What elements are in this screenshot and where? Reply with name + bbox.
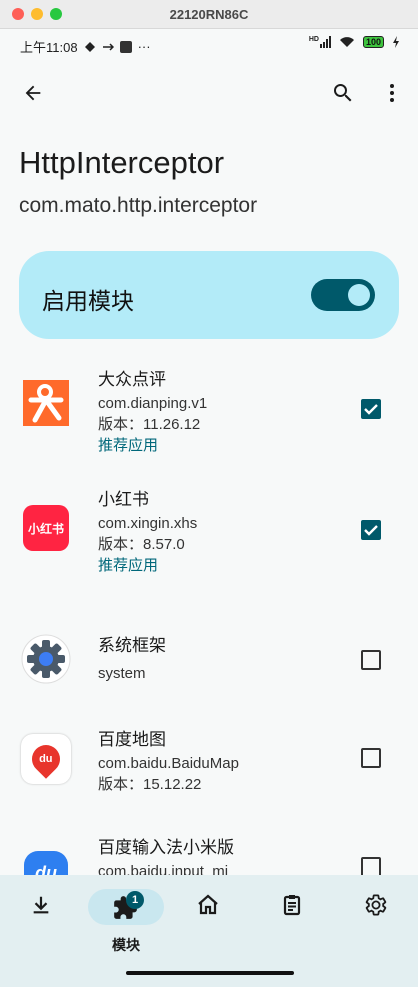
charging-icon — [393, 36, 399, 48]
nav-modules-label: 模块 — [112, 937, 140, 953]
wifi-icon — [339, 37, 354, 47]
search-button[interactable] — [323, 73, 363, 113]
xiaohongshu-icon: 小红书 — [23, 505, 69, 551]
scope-checkbox-system[interactable] — [361, 650, 381, 670]
baidu-map-icon: du — [21, 734, 71, 784]
phone-screen: 上午11:08 ··· HD 100 HttpInterceptor com.m… — [0, 29, 418, 987]
settings-icon — [365, 894, 387, 916]
scope-checkbox-xiaohongshu[interactable] — [361, 520, 381, 540]
list-item[interactable]: 小红书 小红书 com.xingin.xhs 版本：8.57.0 推荐应用 — [0, 487, 418, 597]
app-package: system — [98, 665, 146, 682]
more-vert-icon — [390, 84, 394, 102]
app-notification-icon — [119, 40, 132, 53]
battery-icon: 100 — [362, 36, 384, 48]
app-version: 版本：15.12.22 — [98, 776, 202, 793]
status-more: ··· — [137, 39, 151, 54]
list-item[interactable]: 系统框架 system — [0, 629, 418, 699]
recommended-tag: 推荐应用 — [98, 557, 159, 574]
usb-icon — [102, 42, 114, 51]
notification-icon — [84, 41, 95, 52]
scope-checkbox-baidu-input[interactable] — [361, 857, 381, 877]
app-name: 百度地图 — [98, 730, 166, 749]
app-package: com.dianping.v1 — [98, 395, 208, 412]
signal-icon: HD — [309, 36, 331, 48]
nav-home[interactable] — [178, 875, 238, 935]
app-bar — [0, 67, 418, 123]
nav-download[interactable] — [11, 875, 71, 935]
app-version: 版本：8.57.0 — [98, 536, 185, 553]
window-titlebar: 22120RN86C — [0, 0, 418, 29]
back-button[interactable] — [13, 73, 53, 113]
app-name: 小红书 — [98, 490, 149, 509]
android-settings-icon — [21, 634, 71, 684]
status-time: 上午11:08 — [20, 40, 78, 55]
app-package: com.baidu.BaiduMap — [98, 755, 239, 772]
gesture-bar — [126, 971, 294, 975]
nav-logs[interactable] — [262, 875, 322, 935]
dianping-icon — [23, 380, 69, 426]
nav-settings[interactable] — [346, 875, 406, 935]
app-name: 系统框架 — [98, 636, 166, 655]
list-item[interactable]: 大众点评 com.dianping.v1 版本：11.26.12 推荐应用 — [0, 367, 418, 477]
scope-checkbox-baidumap[interactable] — [361, 748, 381, 768]
recommended-tag: 推荐应用 — [98, 437, 159, 454]
list-item[interactable]: du 百度地图 com.baidu.BaiduMap 版本：15.12.22 — [0, 727, 418, 827]
status-bar: 上午11:08 ··· HD 100 — [0, 29, 418, 59]
window-title: 22120RN86C — [169, 7, 249, 22]
modules-badge: 1 — [126, 891, 144, 909]
enable-module-card[interactable]: 启用模块 — [19, 251, 399, 339]
app-package: com.xingin.xhs — [98, 515, 198, 532]
page-title: HttpInterceptor — [19, 145, 225, 180]
enable-module-label: 启用模块 — [42, 288, 134, 314]
switch-thumb — [348, 284, 370, 306]
logs-icon — [283, 895, 301, 916]
search-icon — [334, 84, 352, 102]
arrow-back-icon — [25, 85, 41, 101]
home-icon — [198, 894, 218, 915]
download-icon — [33, 896, 49, 914]
package-name: com.mato.http.interceptor — [19, 194, 258, 217]
scope-checkbox-dianping[interactable] — [361, 399, 381, 419]
bottom-navigation: 1 模块 — [0, 875, 418, 987]
overflow-menu-button[interactable] — [372, 73, 412, 113]
enable-module-switch[interactable] — [311, 279, 375, 311]
app-name: 大众点评 — [98, 370, 166, 389]
app-version: 版本：11.26.12 — [98, 416, 201, 433]
check-icon — [364, 525, 378, 536]
check-icon — [364, 404, 378, 415]
nav-modules[interactable] — [88, 889, 164, 925]
app-name: 百度输入法小米版 — [98, 838, 234, 857]
